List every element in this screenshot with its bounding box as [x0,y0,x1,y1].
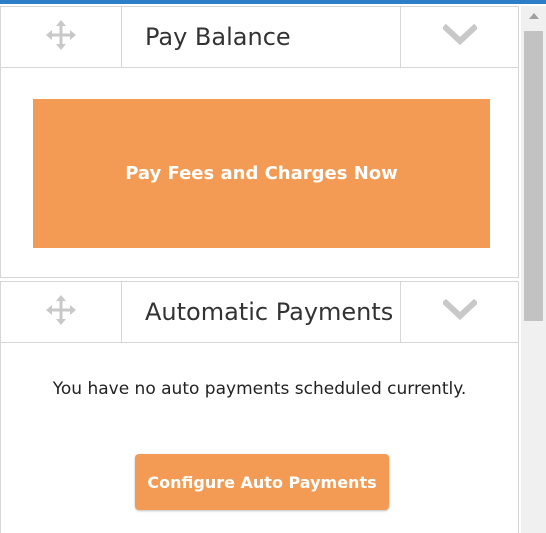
top-accent-bar [0,0,546,4]
chevron-down-icon [441,298,478,325]
move-arrows-icon [46,295,76,329]
pay-balance-drag-handle[interactable] [1,7,122,67]
automatic-payments-header: Automatic Payments [1,282,518,343]
move-arrows-icon [46,20,76,54]
pay-balance-title: Pay Balance [145,23,291,51]
scroll-up-arrow-icon[interactable] [521,6,546,26]
automatic-payments-widget: Automatic Payments You have no auto paym… [0,281,519,533]
automatic-payments-collapse-toggle[interactable] [401,282,518,342]
pay-fees-charges-button[interactable]: Pay Fees and Charges Now [33,99,490,248]
automatic-payments-drag-handle[interactable] [1,282,122,342]
automatic-payments-title-cell: Automatic Payments [122,282,401,342]
scrollbar-thumb[interactable] [524,31,543,321]
configure-auto-payments-button[interactable]: Configure Auto Payments [135,454,389,510]
automatic-payments-title: Automatic Payments [145,298,394,326]
no-auto-payments-message: You have no auto payments scheduled curr… [52,379,467,399]
pay-balance-collapse-toggle[interactable] [401,7,518,67]
pay-balance-widget: Pay Balance Pay Fees and Charges Now [0,6,519,278]
chevron-down-icon [441,23,478,50]
vertical-scrollbar[interactable] [521,6,546,533]
pay-balance-header: Pay Balance [1,7,518,68]
pay-balance-title-cell: Pay Balance [122,7,401,67]
